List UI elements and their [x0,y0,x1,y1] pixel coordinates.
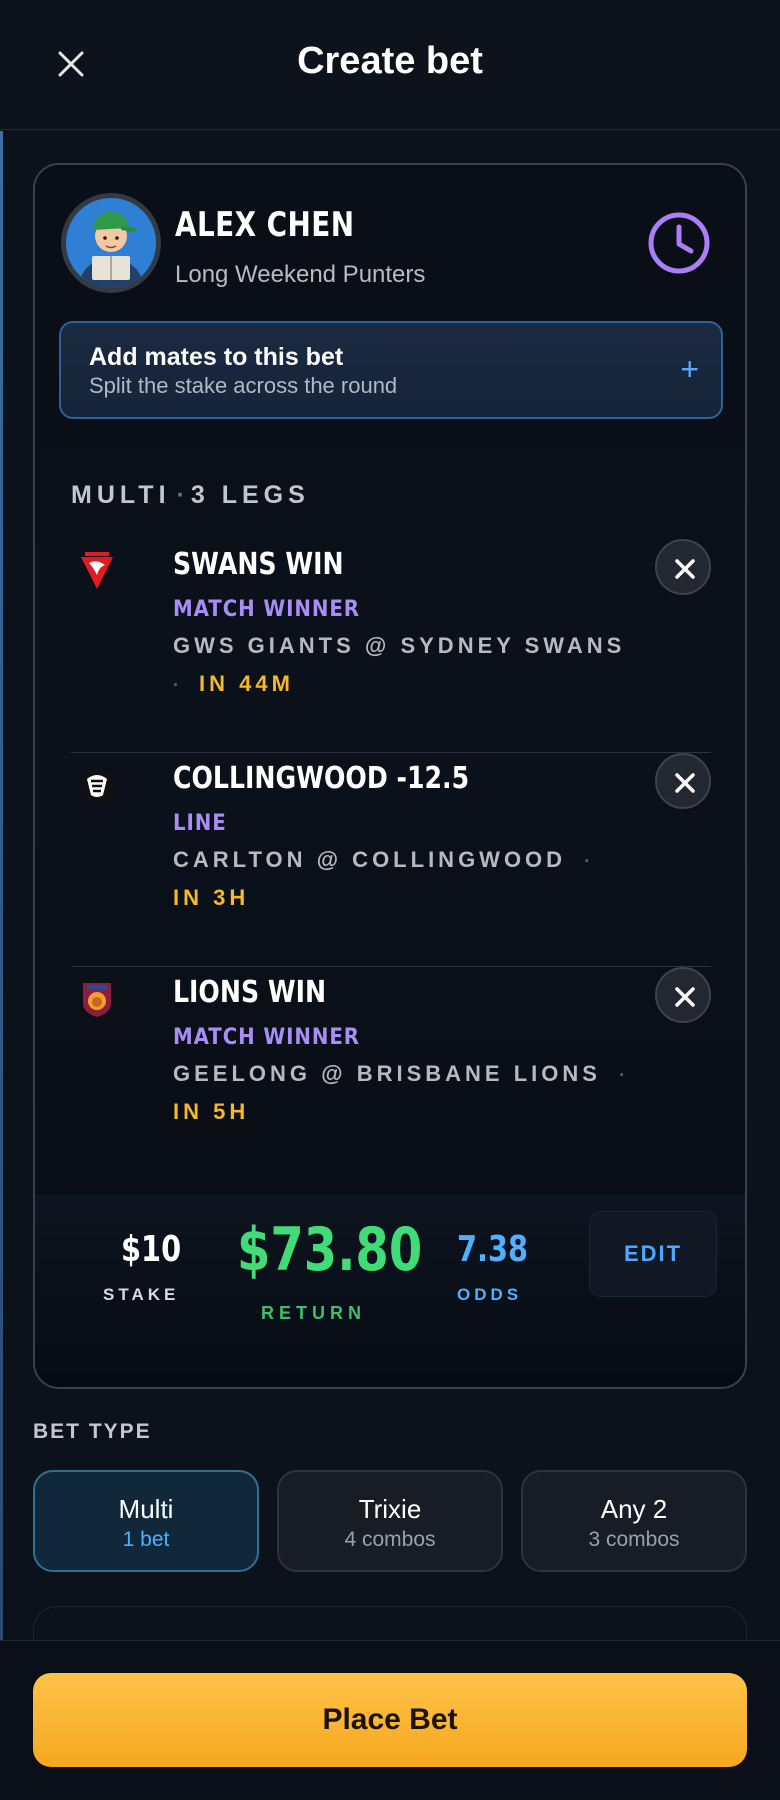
leg-match-value: GEELONG @ BRISBANE LIONS [173,1061,601,1086]
add-mates-button[interactable]: Add mates to this bet Split the stake ac… [59,321,723,419]
leg-item: COLLINGWOOD -12.5 LINE CARLTON @ COLLING… [71,753,711,967]
bet-type-sub: 3 combos [588,1528,680,1551]
sydney-swans-logo [79,551,115,591]
leg-title: COLLINGWOOD -12.5 [173,761,470,796]
bet-summary: $10 STAKE $73.80 RETURN 7.38 ODDS EDIT [35,1195,745,1387]
footer: Place Bet [0,1640,780,1800]
add-mates-title: Add mates to this bet [89,343,344,371]
stake-label: STAKE [103,1285,180,1304]
leg-match-value: CARLTON @ COLLINGWOOD [173,847,567,872]
bet-type-name: Any 2 [600,1494,668,1524]
leg-match: GWS GIANTS @ SYDNEY SWANS [173,633,626,658]
odds-label: ODDS [457,1285,523,1304]
remove-leg-button[interactable] [655,967,711,1023]
leg-item: SWANS WIN MATCH WINNER GWS GIANTS @ SYDN… [71,539,711,753]
multi-heading: MULTI · 3 LEGS [71,481,310,510]
leg-market: LINE [173,811,227,836]
bet-type-multi[interactable]: Multi 1 bet [33,1470,259,1572]
leg-time: IN 3H [173,885,250,910]
brisbane-lions-logo [79,979,115,1019]
place-bet-button[interactable]: Place Bet [33,1673,747,1767]
bet-type-sub: 4 combos [344,1528,436,1551]
bet-card: ALEX CHEN Long Weekend Punters Add mates… [33,163,747,1389]
bet-type-label: BET TYPE [33,1420,152,1443]
edge-accent [0,131,3,1641]
add-mates-subtitle: Split the stake across the round [89,373,398,398]
leg-time: IN 5H [173,1099,250,1124]
leg-time: · IN 44M [173,671,294,696]
header: Create bet [0,0,780,130]
plus-icon: + [680,351,699,387]
leg-title: SWANS WIN [173,547,344,582]
return-label: RETURN [261,1303,366,1323]
leg-market: MATCH WINNER [173,597,360,622]
multi-separator: · [176,481,185,509]
bet-card-header: ALEX CHEN Long Weekend Punters Add mates… [35,165,745,445]
odds-value: 7.38 [457,1229,529,1270]
user-name: ALEX CHEN [175,205,355,245]
bet-type-trixie[interactable]: Trixie 4 combos [277,1470,503,1572]
user-group: Long Weekend Punters [175,261,426,288]
remove-leg-button[interactable] [655,753,711,809]
leg-title: LIONS WIN [173,975,327,1010]
leg-market: MATCH WINNER [173,1025,360,1050]
page-title: Create bet [297,40,483,82]
leg-time-value: IN 44M [199,671,294,696]
remove-leg-button[interactable] [655,539,711,595]
legs-count: 3 LEGS [190,481,310,509]
leg-match: CARLTON @ COLLINGWOOD · [173,847,595,872]
bet-type-name: Trixie [358,1494,422,1524]
bet-type-name: Multi [118,1494,174,1524]
clock-icon[interactable] [647,211,711,275]
leg-item: LIONS WIN MATCH WINNER GEELONG @ BRISBAN… [71,967,711,1181]
collingwood-logo [79,765,115,805]
bet-type-any-2[interactable]: Any 2 3 combos [521,1470,747,1572]
bet-type-sub: 1 bet [122,1528,170,1551]
multi-type: MULTI [71,481,171,509]
stake-value: $10 [121,1229,182,1270]
avatar[interactable] [61,193,161,293]
return-value: $73.80 [237,1215,423,1285]
leg-match: GEELONG @ BRISBANE LIONS · [173,1061,630,1086]
edit-button[interactable]: EDIT [589,1211,717,1297]
